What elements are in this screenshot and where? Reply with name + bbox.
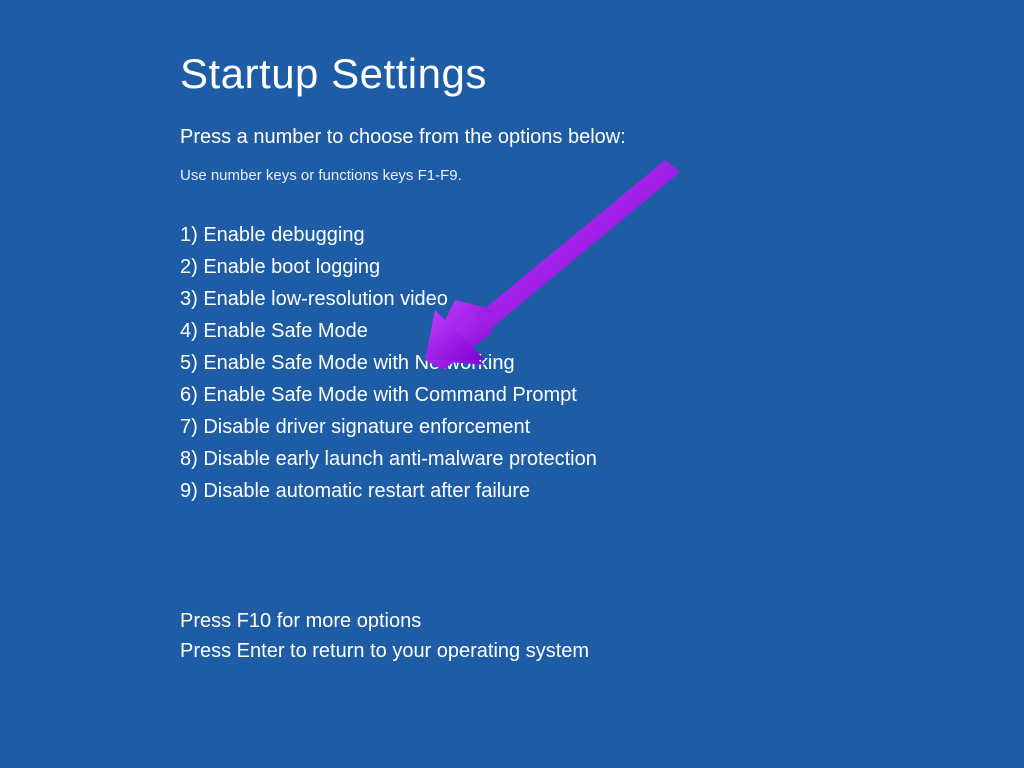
options-list: 1) Enable debugging 2) Enable boot loggi… — [180, 220, 1024, 506]
footer-more-options: Press F10 for more options — [180, 606, 1024, 636]
option-8[interactable]: 8) Disable early launch anti-malware pro… — [180, 444, 1024, 474]
footer-return: Press Enter to return to your operating … — [180, 636, 1024, 666]
page-title: Startup Settings — [180, 50, 1024, 98]
option-7[interactable]: 7) Disable driver signature enforcement — [180, 412, 1024, 442]
option-2[interactable]: 2) Enable boot logging — [180, 252, 1024, 282]
option-9[interactable]: 9) Disable automatic restart after failu… — [180, 476, 1024, 506]
startup-settings-screen: Startup Settings Press a number to choos… — [0, 0, 1024, 666]
option-1[interactable]: 1) Enable debugging — [180, 220, 1024, 250]
option-3[interactable]: 3) Enable low-resolution video — [180, 284, 1024, 314]
option-5[interactable]: 5) Enable Safe Mode with Networking — [180, 348, 1024, 378]
subtitle: Press a number to choose from the option… — [180, 126, 1024, 149]
hint-text: Use number keys or functions keys F1-F9. — [180, 167, 1024, 184]
option-6[interactable]: 6) Enable Safe Mode with Command Prompt — [180, 380, 1024, 410]
option-4[interactable]: 4) Enable Safe Mode — [180, 316, 1024, 346]
